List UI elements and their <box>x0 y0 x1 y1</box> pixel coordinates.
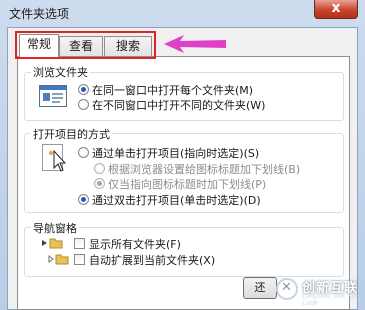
label-show-all-folders[interactable]: 显示所有文件夹(F) <box>89 236 181 252</box>
label-single-click[interactable]: 通过单击打开项目(指向时选定)(S) <box>92 145 259 161</box>
radio-new-window[interactable] <box>78 99 89 110</box>
radio-double-click[interactable] <box>78 194 89 205</box>
dialog-window: 文件夹选项 x 常规 查看 搜索 浏览文件夹 在同一窗口中打开每个文件夹(M) <box>0 0 365 310</box>
annotation-arrow-icon <box>164 35 226 53</box>
click-cursor-icon <box>42 144 67 172</box>
watermark-logo-icon <box>276 278 298 300</box>
label-double-click[interactable]: 通过双击打开项目(单击时选定)(D) <box>92 192 261 208</box>
folder-collapsed-icon <box>48 254 69 265</box>
tab-highlight-box <box>15 31 156 59</box>
group-nav-pane-title: 导航窗格 <box>31 220 79 236</box>
radio-underline-browser[interactable] <box>94 163 105 174</box>
radio-single-click[interactable] <box>78 147 89 158</box>
label-new-window[interactable]: 在不同窗口中打开不同的文件夹(W) <box>92 97 265 113</box>
radio-underline-hover[interactable] <box>94 178 105 189</box>
checkbox-auto-expand[interactable] <box>74 254 85 265</box>
group-open-items-title: 打开项目的方式 <box>31 126 112 142</box>
watermark: 创新互联 CHUANG XIN HU LIAN <box>272 271 362 307</box>
restore-defaults-label: 还 <box>254 281 266 294</box>
title-bar: 文件夹选项 x <box>0 0 365 24</box>
folder-expanded-icon <box>42 238 63 249</box>
label-auto-expand[interactable]: 自动扩展到当前文件夹(X) <box>89 252 215 268</box>
group-browse-folders-title: 浏览文件夹 <box>31 64 90 80</box>
close-icon: x <box>331 0 341 16</box>
label-same-window[interactable]: 在同一窗口中打开每个文件夹(M) <box>92 82 253 98</box>
checkbox-show-all-folders[interactable] <box>74 238 85 249</box>
radio-same-window[interactable] <box>78 84 89 95</box>
window-title: 文件夹选项 <box>9 7 70 21</box>
watermark-brand-en: CHUANG XIN HU LIAN <box>302 293 358 307</box>
close-button[interactable]: x <box>314 0 358 19</box>
window-layout-icon <box>39 85 67 107</box>
label-underline-browser[interactable]: 根据浏览器设置给图标标题加下划线(B) <box>108 161 300 177</box>
label-underline-hover[interactable]: 仅当指向图标标题时加下划线(P) <box>108 176 266 192</box>
